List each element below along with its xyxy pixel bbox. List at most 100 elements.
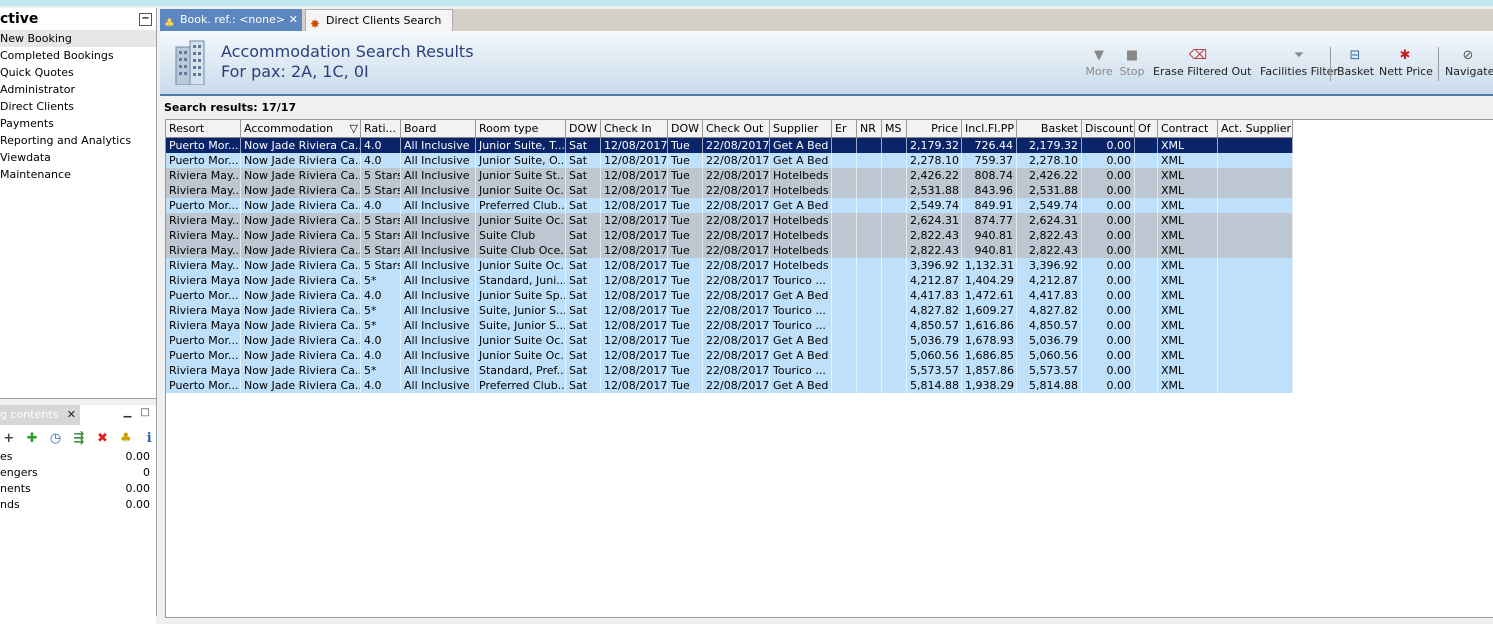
nav-item-reporting-and-analytics[interactable]: Reporting and Analytics	[0, 132, 156, 149]
stop-button[interactable]: ■ Stop	[1118, 47, 1146, 78]
table-cell	[832, 153, 857, 168]
table-row[interactable]: Riviera Maya Now Jade Riviera Ca... 5* All …	[166, 303, 1488, 318]
nav-item-maintenance[interactable]: Maintenance	[0, 166, 156, 183]
filter-icon[interactable]: ▽	[350, 120, 358, 137]
column-header-contract[interactable]: Contract	[1158, 120, 1218, 137]
column-header-resort[interactable]: Resort	[166, 120, 241, 137]
table-cell: All Inclusive	[401, 258, 476, 273]
erase-filtered-out-button[interactable]: ⌫ Erase Filtered Out	[1153, 47, 1251, 78]
table-row[interactable]: Riviera Maya Now Jade Riviera Ca... 5* All …	[166, 273, 1488, 288]
table-cell: Preferred Club...	[476, 378, 566, 393]
column-header-basket[interactable]: Basket	[1017, 120, 1082, 137]
table-cell: 4,850.57	[907, 318, 962, 333]
column-header-price[interactable]: Price	[907, 120, 962, 137]
table-row[interactable]: Puerto Mor... Now Jade Riviera Ca... 4.0 Al…	[166, 378, 1488, 393]
column-header-dow[interactable]: DOW	[566, 120, 601, 137]
table-cell: 22/08/2017	[703, 303, 770, 318]
maximize-icon[interactable]: □	[141, 407, 150, 418]
table-row[interactable]: Riviera May... Now Jade Riviera Ca... 5 St…	[166, 168, 1488, 183]
table-cell: Riviera May...	[166, 243, 241, 258]
table-cell: All Inclusive	[401, 378, 476, 393]
table-cell	[882, 318, 907, 333]
nav-item-completed-bookings[interactable]: Completed Bookings	[0, 47, 156, 64]
table-row[interactable]: Riviera Maya Now Jade Riviera Ca... 5* All …	[166, 318, 1488, 333]
nav-item-direct-clients[interactable]: Direct Clients	[0, 98, 156, 115]
tab-booking[interactable]: ♣ Book. ref.: <none> ✕	[160, 9, 302, 31]
table-cell: Tue	[668, 138, 703, 153]
table-row[interactable]: Riviera May... Now Jade Riviera Ca... 5 St…	[166, 243, 1488, 258]
summary-value: 0.00	[125, 482, 151, 495]
facilities-filter-button[interactable]: ⏷ Facilities Filter	[1251, 47, 1347, 78]
clock-icon[interactable]: ◷	[49, 431, 62, 446]
table-row[interactable]: Puerto Mor... Now Jade Riviera Ca... 4.0 Al…	[166, 348, 1488, 363]
table-row[interactable]: Puerto Mor... Now Jade Riviera Ca... 4.0 Al…	[166, 333, 1488, 348]
column-header-ms[interactable]: MS	[882, 120, 907, 137]
column-header-supplier[interactable]: Supplier	[770, 120, 832, 137]
table-cell: Hotelbeds	[770, 213, 832, 228]
table-cell	[832, 318, 857, 333]
table-cell: 2,179.32	[1017, 138, 1082, 153]
table-cell	[1218, 288, 1293, 303]
nett-price-button[interactable]: ✱ Nett Price	[1379, 47, 1433, 78]
column-header-act-supplier[interactable]: Act. Supplier	[1218, 120, 1293, 137]
collapse-icon[interactable]: −	[139, 13, 152, 26]
minimize-icon[interactable]: ▁	[124, 407, 132, 418]
info-icon[interactable]: i	[143, 431, 156, 446]
add-icon[interactable]: ✚	[25, 431, 38, 446]
table-row-filler	[1293, 213, 1488, 228]
basket-label: Basket	[1337, 65, 1375, 78]
column-header-nr[interactable]: NR	[857, 120, 882, 137]
column-header-rati[interactable]: Rati...	[361, 120, 401, 137]
delete-icon[interactable]: ✖	[96, 431, 109, 446]
panel-divider[interactable]	[0, 398, 156, 405]
transfer-icon[interactable]: ⇶	[72, 431, 85, 446]
table-cell: 2,179.32	[907, 138, 962, 153]
table-row[interactable]: Puerto Mor... Now Jade Riviera Ca... 4.0 Al…	[166, 138, 1488, 153]
column-header-discount[interactable]: Discount	[1082, 120, 1135, 137]
table-row[interactable]: Puerto Mor... Now Jade Riviera Ca... 4.0 Al…	[166, 153, 1488, 168]
table-cell: XML	[1158, 138, 1218, 153]
close-icon[interactable]: ✕	[67, 405, 76, 425]
table-cell: Puerto Mor...	[166, 378, 241, 393]
more-button[interactable]: ▼ More	[1085, 47, 1113, 78]
table-cell: Sat	[566, 378, 601, 393]
column-header-board[interactable]: Board	[401, 120, 476, 137]
navigate-button[interactable]: ⊘ Navigate	[1445, 47, 1493, 78]
table-cell: 12/08/2017	[601, 213, 668, 228]
basket-button[interactable]: ⊟ Basket	[1337, 47, 1375, 78]
expand-icon[interactable]: +	[2, 431, 15, 446]
column-header-accommodation[interactable]: Accommodation ▽	[241, 120, 361, 137]
table-cell	[1218, 168, 1293, 183]
table-cell: 1,616.86	[962, 318, 1017, 333]
table-cell: Tue	[668, 303, 703, 318]
nav-item-payments[interactable]: Payments	[0, 115, 156, 132]
tab-direct-clients-search[interactable]: ✸ Direct Clients Search	[305, 9, 453, 31]
column-header-incl-fl-pp[interactable]: Incl.Fl.PP	[962, 120, 1017, 137]
column-header-room-type[interactable]: Room type	[476, 120, 566, 137]
column-header-check-in[interactable]: Check In	[601, 120, 668, 137]
table-row[interactable]: Puerto Mor... Now Jade Riviera Ca... 4.0 Al…	[166, 198, 1488, 213]
table-row[interactable]: Riviera May... Now Jade Riviera Ca... 5 St…	[166, 183, 1488, 198]
nav-item-administrator[interactable]: Administrator	[0, 81, 156, 98]
summary-label: es	[0, 450, 13, 463]
table-row[interactable]: Riviera May... Now Jade Riviera Ca... 5 St…	[166, 213, 1488, 228]
toolbar-separator	[1330, 47, 1331, 81]
column-header-check-out[interactable]: Check Out	[703, 120, 770, 137]
booking-contents-tab[interactable]: g contents ✕	[0, 405, 80, 425]
table-row[interactable]: Riviera Maya Now Jade Riviera Ca... 5* All …	[166, 363, 1488, 378]
nav-item-new-booking[interactable]: New Booking	[0, 30, 156, 47]
table-row[interactable]: Riviera May... Now Jade Riviera Ca... 5 St…	[166, 228, 1488, 243]
nav-item-quick-quotes[interactable]: Quick Quotes	[0, 64, 156, 81]
palm-icon[interactable]: ♣	[119, 431, 132, 446]
table-row[interactable]: Riviera May... Now Jade Riviera Ca... 5 St…	[166, 258, 1488, 273]
table-cell: 0.00	[1082, 153, 1135, 168]
table-row[interactable]: Puerto Mor... Now Jade Riviera Ca... 4.0 Al…	[166, 288, 1488, 303]
column-header-of[interactable]: Of	[1135, 120, 1158, 137]
table-cell: 22/08/2017	[703, 153, 770, 168]
close-icon[interactable]: ✕	[289, 9, 298, 31]
column-header-dow[interactable]: DOW	[668, 120, 703, 137]
table-cell: Sat	[566, 303, 601, 318]
column-header-er[interactable]: Er	[832, 120, 857, 137]
nav-item-viewdata[interactable]: Viewdata	[0, 149, 156, 166]
table-cell: 12/08/2017	[601, 153, 668, 168]
